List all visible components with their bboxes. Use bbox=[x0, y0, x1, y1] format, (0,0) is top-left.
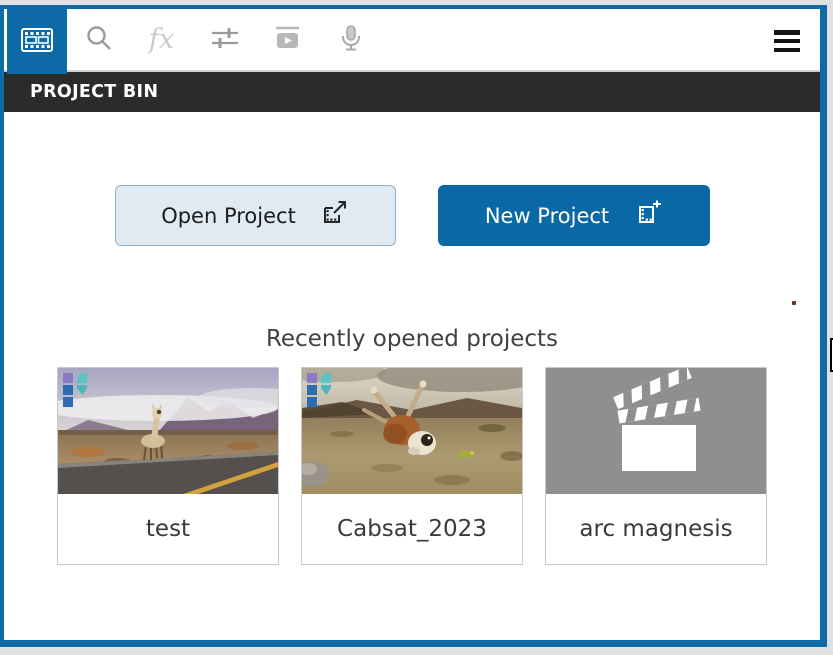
play-video-icon bbox=[274, 24, 301, 55]
tab-project-bin[interactable] bbox=[7, 9, 67, 74]
adjustments-button[interactable] bbox=[193, 8, 256, 71]
fx-icon: fx bbox=[149, 26, 174, 53]
brand-tile-purple bbox=[307, 373, 317, 383]
open-project-button[interactable]: Open Project bbox=[115, 185, 396, 246]
background-artifact-dot bbox=[792, 301, 796, 305]
brand-tile-blue bbox=[63, 397, 73, 407]
project-name: test bbox=[58, 494, 278, 564]
recent-projects-list: test bbox=[4, 367, 820, 565]
brand-tile-teal bbox=[77, 373, 87, 383]
microphone-button[interactable] bbox=[319, 8, 382, 71]
recent-heading: Recently opened projects bbox=[4, 326, 820, 353]
toolbar: fx bbox=[4, 9, 820, 72]
hamburger-icon bbox=[774, 30, 800, 35]
brand-tile-blue bbox=[63, 385, 73, 395]
desktop-background: fx bbox=[0, 0, 833, 655]
menu-button[interactable] bbox=[774, 28, 800, 54]
new-project-label: New Project bbox=[485, 204, 609, 228]
project-thumbnail-placeholder bbox=[546, 368, 766, 494]
project-actions: Open Project bbox=[4, 185, 820, 246]
panel-header: PROJECT BIN bbox=[4, 72, 820, 112]
project-thumbnail-llama-road bbox=[58, 368, 278, 494]
open-project-label: Open Project bbox=[161, 204, 296, 228]
project-bin-content: Open Project bbox=[4, 112, 820, 565]
brand-tile-teal bbox=[321, 385, 331, 395]
filmstrip-icon bbox=[20, 25, 54, 59]
project-card[interactable]: Cabsat_2023 bbox=[301, 367, 523, 565]
stock-video-button[interactable] bbox=[256, 8, 319, 71]
new-project-icon bbox=[635, 200, 662, 231]
brand-tile-blue bbox=[307, 397, 317, 407]
sliders-icon bbox=[211, 25, 239, 55]
project-card[interactable]: arc magnesis bbox=[545, 367, 767, 565]
brand-tile-teal bbox=[77, 385, 87, 395]
brand-logo bbox=[305, 371, 347, 413]
effects-button[interactable]: fx bbox=[130, 8, 193, 71]
open-project-icon bbox=[322, 200, 349, 231]
microphone-icon bbox=[338, 24, 364, 56]
search-button[interactable] bbox=[67, 8, 130, 71]
project-name: Cabsat_2023 bbox=[302, 494, 522, 564]
panel-title: PROJECT BIN bbox=[30, 82, 158, 102]
brand-tile-purple bbox=[63, 373, 73, 383]
brand-tile-blue bbox=[307, 385, 317, 395]
brand-tile-teal bbox=[321, 373, 331, 383]
new-project-button[interactable]: New Project bbox=[438, 185, 710, 246]
project-name: arc magnesis bbox=[546, 494, 766, 564]
project-card[interactable]: test bbox=[57, 367, 279, 565]
app-window: fx bbox=[0, 5, 827, 647]
search-icon bbox=[85, 24, 113, 56]
project-thumbnail-llama-tumbling bbox=[302, 368, 522, 494]
brand-logo bbox=[61, 371, 103, 413]
